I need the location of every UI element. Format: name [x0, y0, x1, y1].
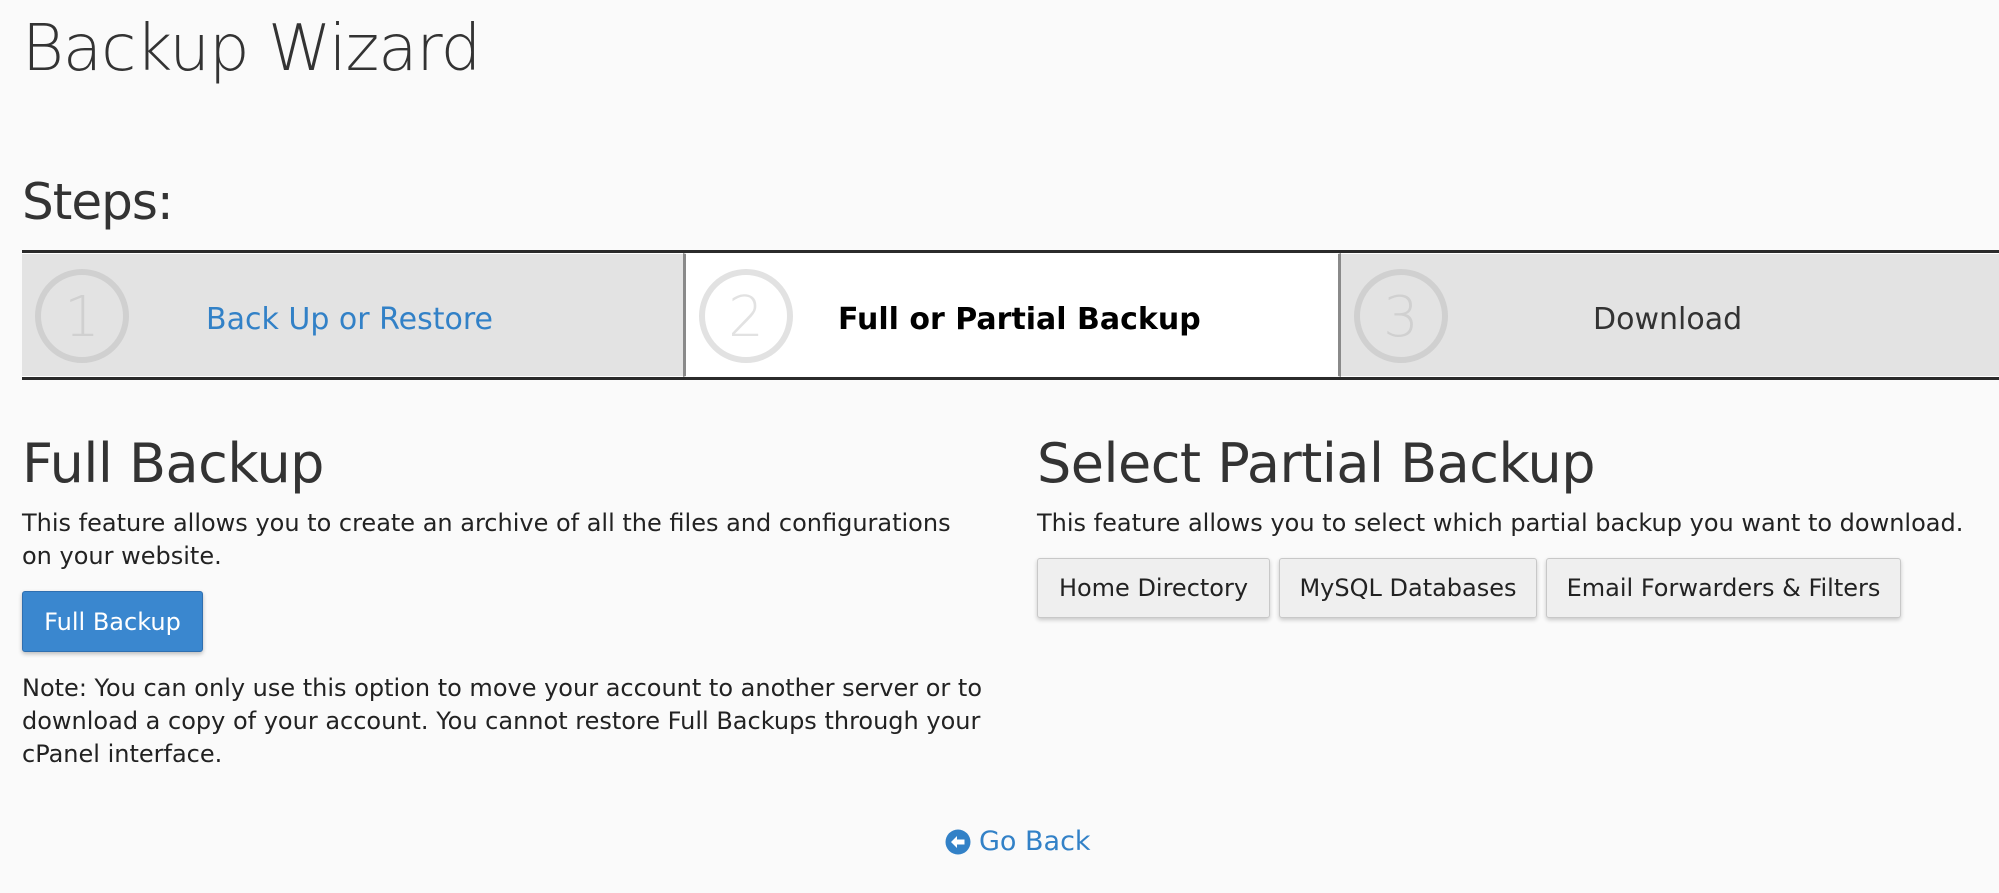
partial-backup-heading: Select Partial Backup [1037, 432, 1596, 495]
circled-number-1-icon: 1 [35, 269, 129, 363]
step-back-up-or-restore[interactable]: 1 Back Up or Restore [22, 253, 683, 377]
full-backup-description: This feature allows you to create an arc… [22, 509, 951, 570]
backup-wizard-page: Backup Wizard Steps: 1 Back Up or Restor… [0, 0, 1999, 893]
go-back-label: Go Back [979, 826, 1091, 857]
step-download: 3 Download [1341, 253, 1999, 377]
wizard-steps: 1 Back Up or Restore 2 Full or Partial B… [22, 250, 1999, 380]
partial-backup-section: Select Partial Backup This feature allow… [1037, 425, 1997, 618]
arrow-circle-left-icon [945, 829, 971, 854]
full-backup-section: Full Backup This feature allows you to c… [22, 425, 982, 771]
full-backup-note: Note: You can only use this option to mo… [22, 674, 983, 768]
go-back-link[interactable]: Go Back [945, 826, 1091, 857]
step-2-label: Full or Partial Backup [838, 301, 1201, 337]
svg-text:3: 3 [1383, 285, 1419, 350]
mysql-databases-button[interactable]: MySQL Databases [1279, 558, 1537, 618]
step-3-label: Download [1593, 301, 1743, 337]
full-backup-heading: Full Backup [22, 432, 324, 495]
circled-number-2-icon: 2 [699, 269, 793, 363]
step-1-link[interactable]: Back Up or Restore [206, 254, 493, 376]
full-backup-button[interactable]: Full Backup [22, 591, 203, 652]
email-forwarders-filters-button[interactable]: Email Forwarders & Filters [1546, 558, 1901, 618]
partial-backup-buttons: Home Directory MySQL Databases Email For… [1037, 558, 1997, 618]
home-directory-button[interactable]: Home Directory [1037, 558, 1270, 618]
svg-text:1: 1 [64, 285, 100, 350]
partial-backup-description: This feature allows you to select which … [1037, 509, 1964, 537]
steps-heading: Steps: [22, 173, 174, 231]
svg-text:2: 2 [728, 285, 764, 350]
circled-number-3-icon: 3 [1354, 269, 1448, 363]
page-title: Backup Wizard [22, 12, 481, 86]
step-full-or-partial-backup: 2 Full or Partial Backup [683, 253, 1341, 377]
